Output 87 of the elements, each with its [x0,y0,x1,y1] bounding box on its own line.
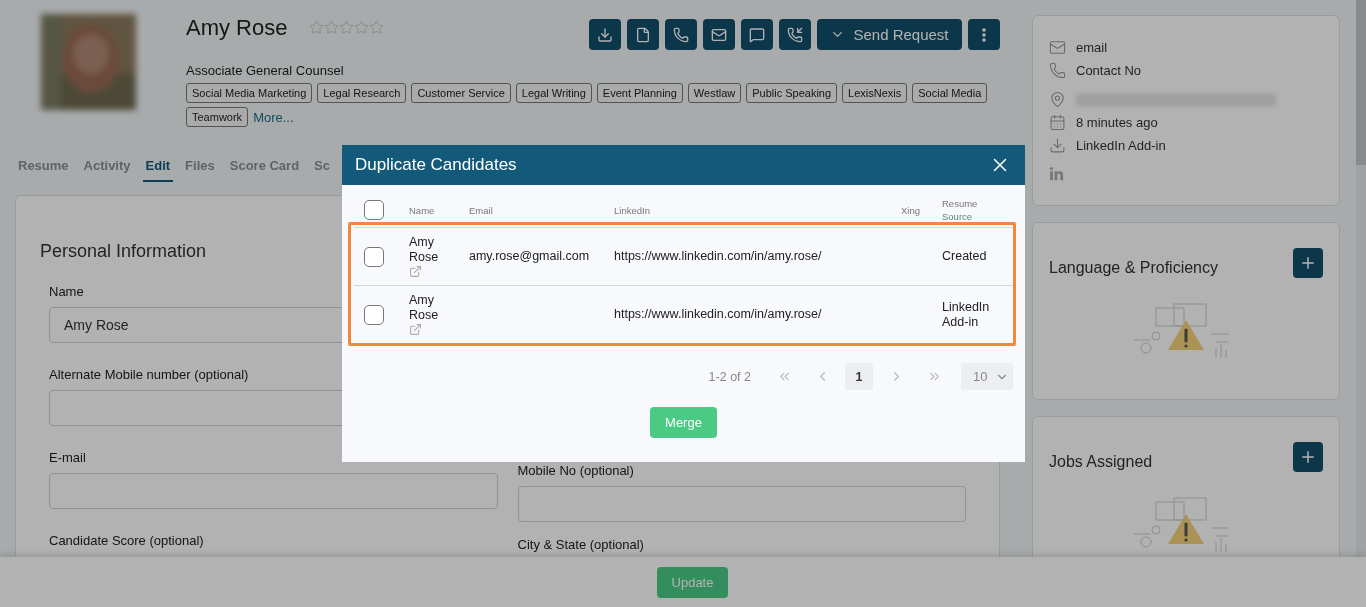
table-cell-text: Amy Rose [409,235,440,265]
phone-icon [1049,62,1066,79]
select-all-checkbox[interactable] [364,200,384,220]
external-link-icon[interactable] [409,265,422,278]
download-button[interactable] [589,19,621,50]
column-header: Resume Source [942,197,979,223]
star-rating[interactable] [309,20,385,35]
column-header: Xing [901,203,921,217]
kebab-menu-icon [982,27,986,42]
input-field[interactable] [49,473,498,509]
column-header: LinkedIn [614,203,651,217]
chat-icon [749,26,765,43]
skill-tag: Event Planning [596,83,683,103]
linkedin-icon[interactable] [1049,167,1064,182]
contact-text: Contact No [1076,63,1142,78]
table-cell-text: amy.rose@gmail.com [469,249,591,264]
skill-tag: Customer Service [411,83,511,103]
skill-tag: Legal Research [317,83,407,103]
input-field[interactable] [517,486,966,522]
star-icon [339,20,355,35]
star-icon [309,20,325,35]
skill-tag: Legal Writing [515,83,592,103]
calendar-icon [1049,114,1066,131]
section-title: Personal Information [40,241,207,262]
candidate-name: Amy Rose [186,15,288,41]
tab[interactable]: Activity [80,152,134,182]
external-link-icon[interactable] [409,323,422,336]
call-button[interactable] [665,19,697,50]
incoming-call-icon [787,26,803,43]
field-label: Name [49,284,85,299]
page-size-select[interactable]: 10 [961,363,1013,390]
row-checkbox[interactable] [364,304,384,325]
incoming-call-button[interactable] [779,19,811,50]
tab[interactable]: Sc [311,152,333,182]
email-button[interactable] [703,19,735,50]
skill-tag: Social Media Marketing [186,83,313,103]
document-button[interactable] [627,19,659,50]
more-options-button[interactable] [968,19,1000,50]
download-icon [597,26,613,43]
skill-tag: Westlaw [687,83,742,103]
table-cell-text: LinkedIn Add-in [942,299,991,330]
download-icon [1049,137,1066,154]
merge-button[interactable]: Merge [650,407,717,438]
panel-title: Language & Proficiency [1049,259,1218,277]
table-cell-text: https://www.linkedin.com/in/amy.rose/ [614,249,823,264]
field-label: Alternate Mobile number (optional) [49,367,250,382]
star-icon [324,20,340,35]
mail-icon [711,26,727,43]
field-label: E-mail [49,450,87,465]
skill-tag: Social Media [912,83,988,103]
field-label: City & State (optional) [517,537,645,552]
star-icon [354,20,370,35]
job-title: Associate General Counsel [186,63,345,78]
column-header: Email [469,203,494,217]
skill-tag: Public Speaking [746,83,838,103]
add-button[interactable] [1293,248,1323,278]
mail-icon [1049,39,1066,56]
document-icon [635,26,651,43]
contact-text: 8 minutes ago [1076,115,1158,130]
panel-title: Jobs Assigned [1049,453,1153,471]
contact-text: email [1076,40,1108,55]
skill-tag: LexisNexis [842,83,908,103]
star-icon [369,20,385,35]
modal-title: Duplicate Candidates [355,155,517,175]
row-checkbox[interactable] [364,246,384,267]
message-button[interactable] [741,19,773,50]
plus-icon [1299,448,1317,466]
tab[interactable]: Edit [142,152,174,182]
field-label: Candidate Score (optional) [49,533,205,548]
add-button[interactable] [1293,442,1323,472]
location-pin-icon [1049,91,1066,108]
table-cell-text: https://www.linkedin.com/in/amy.rose/ [614,307,823,322]
page-number[interactable]: 1 [845,363,873,390]
skill-tag: Teamwork [186,107,249,127]
phone-icon [673,26,689,43]
tab[interactable]: Resume [15,152,72,182]
page-range: 1-2 of 2 [708,369,751,384]
column-header: Name [409,203,436,217]
tab[interactable]: Files [182,152,218,182]
field-label: Mobile No (optional) [517,463,635,478]
plus-icon [1299,254,1317,272]
contact-text: LinkedIn Add-in [1076,138,1166,153]
table-cell-text: Created [942,249,988,264]
more-link[interactable]: More... [253,109,294,125]
tab[interactable]: Score Card [226,152,303,182]
update-button[interactable]: Update [656,566,729,598]
send-request-button[interactable]: Send Request [817,19,962,50]
